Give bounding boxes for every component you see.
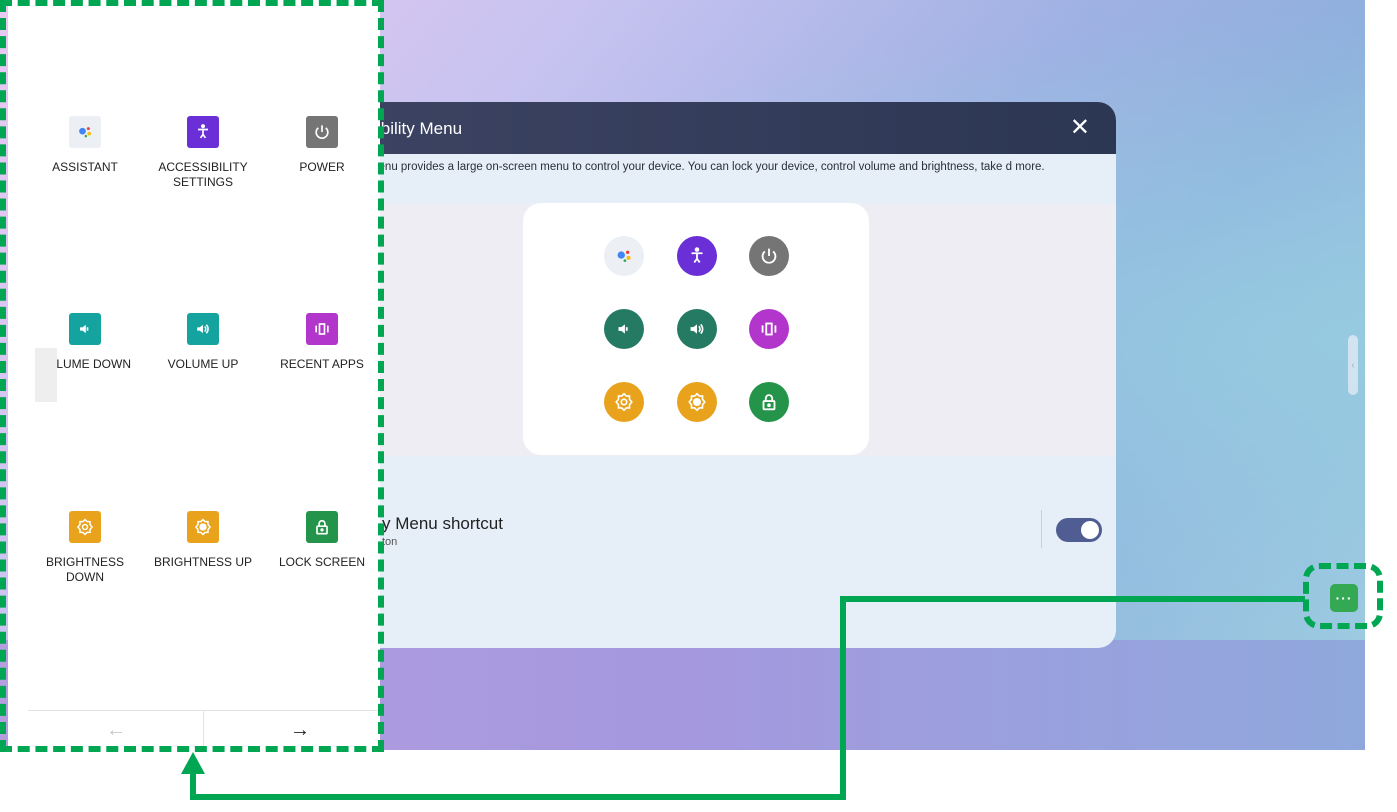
arrow-head bbox=[181, 752, 205, 774]
highlight-menu-panel bbox=[0, 0, 384, 752]
